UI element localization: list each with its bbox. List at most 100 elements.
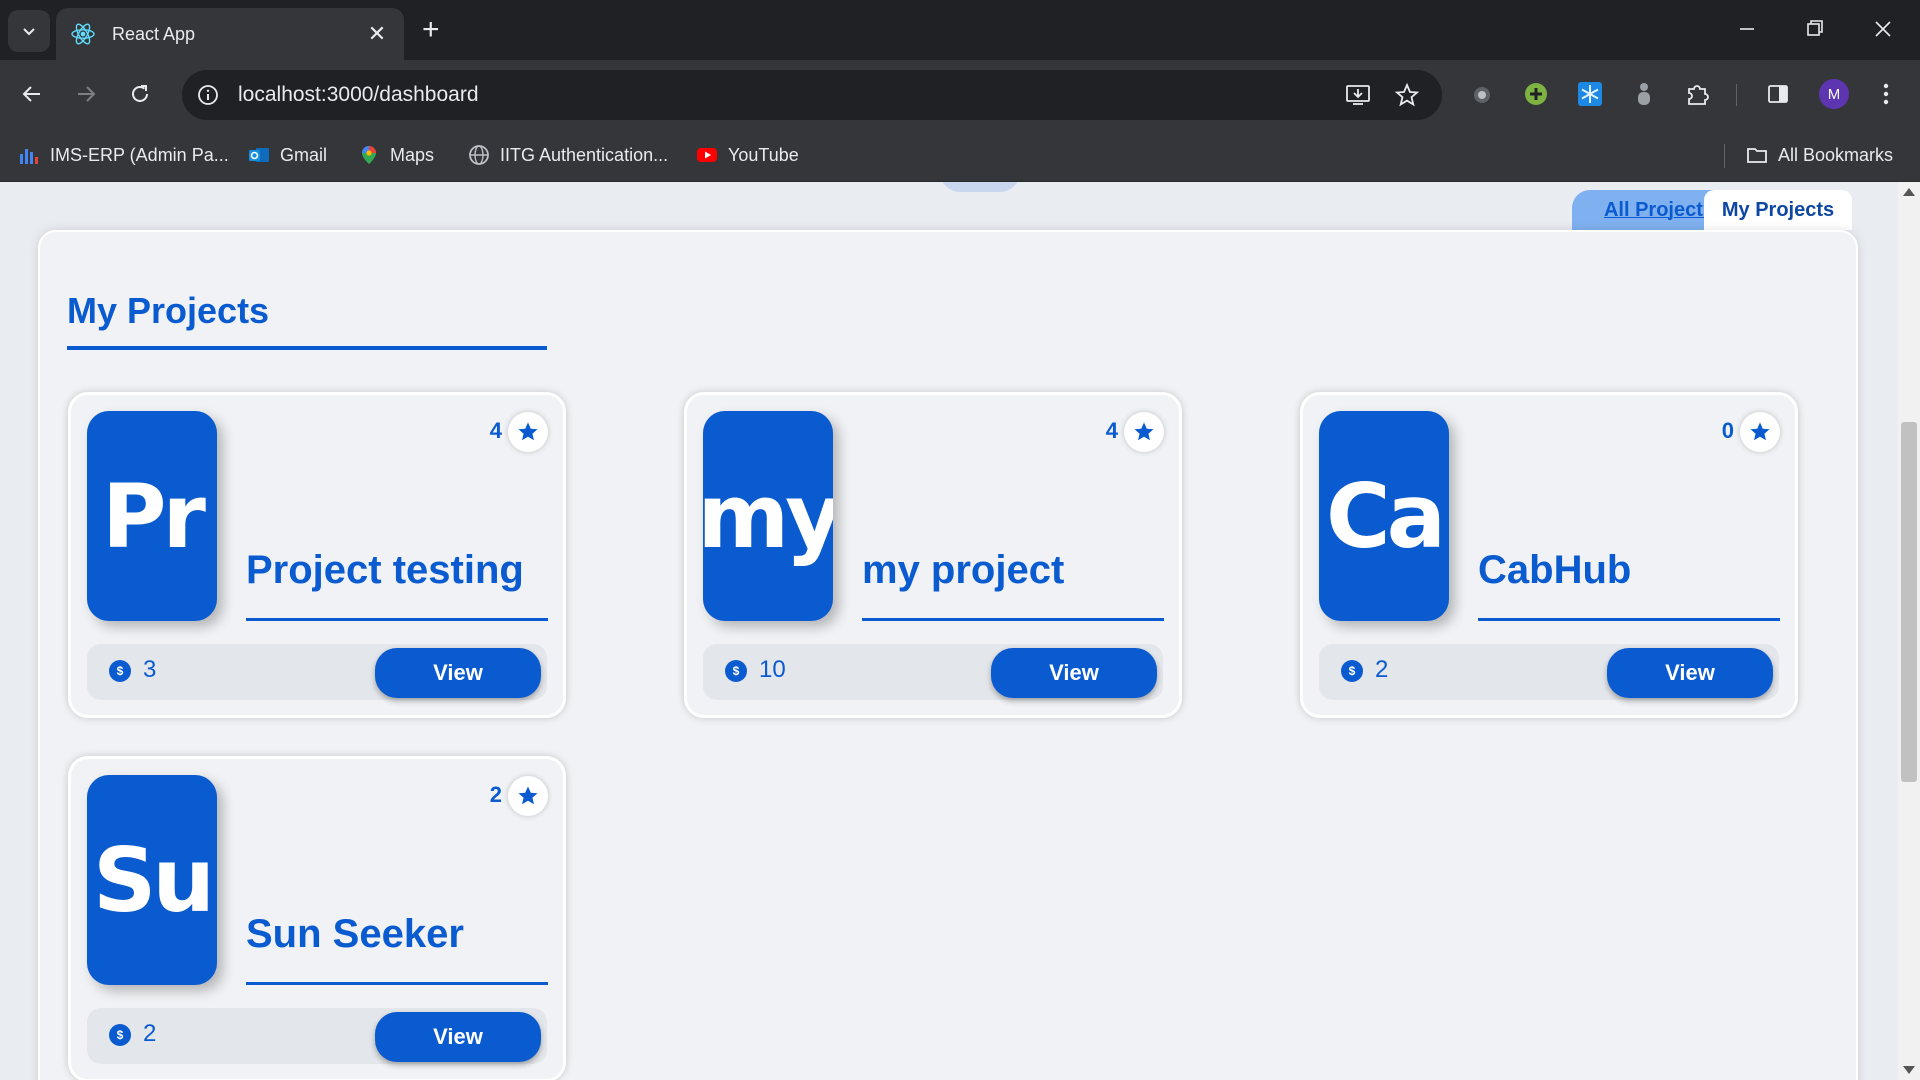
back-icon[interactable] bbox=[14, 76, 50, 112]
info-icon[interactable] bbox=[196, 83, 220, 107]
extensions-puzzle-icon[interactable] bbox=[1680, 76, 1716, 112]
browser-tab[interactable]: React App ✕ bbox=[56, 8, 404, 60]
coin-count: 3 bbox=[143, 656, 157, 683]
bookmarks-bar: IMS-ERP (Admin Pa... Gmail Maps IITG Aut… bbox=[0, 130, 1920, 182]
project-avatar: my bbox=[703, 411, 833, 621]
browser-tab-bar: React App ✕ + bbox=[0, 0, 1920, 60]
page-title: My Projects bbox=[67, 290, 270, 331]
bookmark-youtube[interactable]: YouTube bbox=[696, 140, 799, 170]
bookmark-label: IITG Authentication... bbox=[500, 144, 669, 165]
bookmark-ims-erp[interactable]: IMS-ERP (Admin Pa... bbox=[18, 140, 229, 170]
decorative-blob bbox=[940, 182, 1020, 192]
react-icon bbox=[71, 23, 95, 45]
name-underline bbox=[246, 982, 548, 985]
extension-plus-icon[interactable] bbox=[1518, 76, 1554, 112]
star-button[interactable] bbox=[1740, 412, 1780, 452]
project-avatar: Pr bbox=[87, 411, 217, 621]
page-scrollbar[interactable] bbox=[1898, 182, 1920, 1080]
project-card: Su 2 Sun Seeker $ 2 View bbox=[68, 756, 566, 1080]
bookmark-gmail[interactable]: Gmail bbox=[248, 140, 327, 170]
scrollbar-thumb[interactable] bbox=[1901, 422, 1917, 782]
tab-all-projects-label: All Projects bbox=[1603, 198, 1715, 221]
view-button[interactable]: View bbox=[375, 648, 541, 698]
reload-icon[interactable] bbox=[122, 76, 158, 112]
profile-avatar[interactable]: M bbox=[1816, 76, 1852, 112]
tab-search-button[interactable] bbox=[8, 10, 50, 52]
star-count: 0 bbox=[1721, 418, 1734, 443]
project-card: Ca 0 CabHub $ 2 View bbox=[1300, 392, 1798, 718]
bookmark-label: YouTube bbox=[728, 144, 799, 165]
star-count: 4 bbox=[489, 418, 502, 443]
install-app-icon[interactable] bbox=[1344, 81, 1372, 109]
tab-my-projects-label: My Projects bbox=[1721, 198, 1835, 221]
name-underline bbox=[246, 618, 548, 621]
all-bookmarks-button[interactable]: All Bookmarks bbox=[1746, 140, 1893, 170]
star-count: 4 bbox=[1105, 418, 1118, 443]
coin-count: 10 bbox=[759, 656, 786, 683]
outlook-icon bbox=[249, 148, 269, 162]
maps-pin-icon bbox=[362, 146, 376, 164]
extension-shield-icon[interactable] bbox=[1464, 76, 1500, 112]
address-bar[interactable]: localhost:3000/dashboard bbox=[182, 70, 1442, 120]
chevron-down-icon bbox=[23, 28, 35, 36]
minimize-icon[interactable] bbox=[1738, 14, 1756, 49]
bookmark-iitg[interactable]: IITG Authentication... bbox=[468, 140, 668, 170]
tab-my-projects[interactable]: My Projects bbox=[1704, 190, 1852, 230]
globe-icon bbox=[469, 145, 489, 165]
profile-initial: M bbox=[1819, 79, 1849, 109]
star-button[interactable] bbox=[508, 776, 548, 816]
coin-icon: $ bbox=[1341, 660, 1363, 682]
close-window-icon[interactable] bbox=[1874, 14, 1892, 49]
new-tab-button[interactable]: + bbox=[422, 14, 440, 46]
star-icon bbox=[1134, 422, 1154, 441]
card-footer: $ 2 View bbox=[1319, 644, 1779, 700]
project-card: Pr 4 Project testing $ 3 View bbox=[68, 392, 566, 718]
bar-chart-icon bbox=[20, 149, 38, 164]
scroll-down-icon[interactable] bbox=[1903, 1066, 1915, 1074]
star-button[interactable] bbox=[1124, 412, 1164, 452]
view-button[interactable]: View bbox=[375, 1012, 541, 1062]
coin-icon: $ bbox=[725, 660, 747, 682]
restore-icon[interactable] bbox=[1806, 14, 1824, 49]
youtube-icon bbox=[697, 148, 717, 162]
star-button[interactable] bbox=[508, 412, 548, 452]
name-underline bbox=[862, 618, 1164, 621]
star-icon bbox=[1750, 422, 1770, 441]
star-icon bbox=[518, 422, 538, 441]
coin-count: 2 bbox=[143, 1020, 157, 1047]
project-initials: Pr bbox=[102, 464, 206, 568]
extension-snowflake-icon[interactable] bbox=[1572, 76, 1608, 112]
project-initials: my bbox=[703, 464, 833, 568]
side-panel-icon[interactable] bbox=[1760, 76, 1796, 112]
projects-panel: My Projects Pr 4 Project testing $ 3 Vie… bbox=[38, 230, 1858, 1080]
name-underline bbox=[1478, 618, 1780, 621]
project-initials: Su bbox=[92, 828, 215, 932]
all-bookmarks-label: All Bookmarks bbox=[1778, 144, 1894, 165]
view-button[interactable]: View bbox=[991, 648, 1157, 698]
project-card: my 4 my project $ 10 View bbox=[684, 392, 1182, 718]
kebab-menu-icon[interactable] bbox=[1868, 76, 1904, 112]
tab-close-icon[interactable]: ✕ bbox=[364, 22, 390, 47]
scroll-up-icon[interactable] bbox=[1903, 188, 1915, 196]
project-initials: Ca bbox=[1326, 464, 1446, 568]
view-button[interactable]: View bbox=[1607, 648, 1773, 698]
coin-count: 2 bbox=[1375, 656, 1389, 683]
star-count: 2 bbox=[489, 782, 502, 807]
project-name: CabHub bbox=[1478, 548, 1632, 592]
bookmark-label: Maps bbox=[390, 144, 435, 165]
card-footer: $ 10 View bbox=[703, 644, 1163, 700]
project-name: my project bbox=[862, 548, 1065, 592]
project-avatar: Su bbox=[87, 775, 217, 985]
dashboard-page: All Projects My Projects My Projects Pr … bbox=[0, 182, 1898, 1080]
title-underline bbox=[67, 346, 547, 350]
forward-icon[interactable] bbox=[68, 76, 104, 112]
bookmark-maps[interactable]: Maps bbox=[358, 140, 434, 170]
extension-figure-icon[interactable] bbox=[1626, 76, 1662, 112]
coin-icon: $ bbox=[109, 660, 131, 682]
bookmark-star-icon[interactable] bbox=[1394, 82, 1420, 108]
tab-title: React App bbox=[112, 23, 196, 44]
bookmark-label: Gmail bbox=[280, 144, 328, 165]
project-name: Sun Seeker bbox=[246, 912, 464, 956]
url-text[interactable]: localhost:3000/dashboard bbox=[238, 83, 1344, 107]
toolbar-divider bbox=[1736, 84, 1737, 106]
